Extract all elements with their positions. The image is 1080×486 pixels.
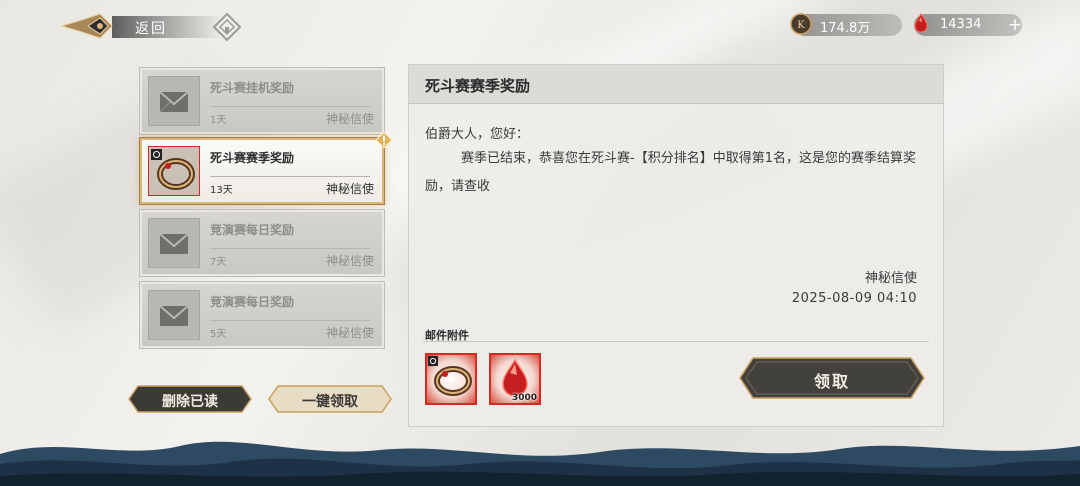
- coin-amount: 174.8万: [820, 21, 871, 36]
- coin-balance: K 174.8万: [790, 13, 902, 36]
- alert-icon: [376, 132, 392, 148]
- attachment-count: 3000: [511, 393, 537, 403]
- back-ornament-icon: [60, 13, 113, 39]
- top-bar: 返回 K 174.8万 14334 +: [0, 0, 1080, 52]
- mail-signer: 神秘信使: [864, 271, 917, 286]
- coin-icon: K: [790, 13, 812, 35]
- home-icon[interactable]: [212, 12, 242, 42]
- divider: [210, 176, 370, 177]
- wave-decoration: [0, 441, 1080, 486]
- attachment-slot[interactable]: [425, 353, 477, 405]
- mail-title: 竞演赛每日奖励: [210, 223, 295, 237]
- mail-sender: 神秘信使: [325, 254, 374, 268]
- mail-datetime: 2025-08-09 04:10: [791, 291, 917, 306]
- mail-sender: 神秘信使: [325, 326, 374, 340]
- claim-button[interactable]: 领取: [739, 357, 925, 399]
- mail-item[interactable]: 竞演赛每日奖励 5天 神秘信使: [140, 282, 384, 348]
- mail-expiry: 13天: [210, 185, 233, 196]
- back-plaque: [112, 16, 222, 38]
- mail-expiry: 7天: [210, 257, 227, 268]
- bracelet-icon: [151, 149, 195, 190]
- mail-thumbnail: [148, 218, 200, 268]
- divider: [210, 106, 370, 107]
- bracelet-icon: [428, 356, 472, 396]
- svg-text:K: K: [797, 20, 805, 31]
- back-label: 返回: [135, 21, 167, 37]
- envelope-icon: [159, 91, 189, 113]
- mail-detail-panel: 死斗赛赛季奖励 伯爵大人，您好： 赛季已结束，恭喜您在死斗赛-【积分排名】中取得…: [408, 64, 944, 427]
- delete-read-label: 删除已读: [162, 394, 218, 410]
- mail-detail-header: 死斗赛赛季奖励: [409, 65, 943, 104]
- claim-all-label: 一键领取: [302, 394, 358, 410]
- divider: [210, 320, 370, 321]
- mail-sender: 神秘信使: [325, 182, 374, 196]
- delete-read-button[interactable]: 删除已读: [128, 385, 252, 413]
- mail-thumbnail: [148, 146, 200, 196]
- mail-title: 死斗赛赛季奖励: [210, 151, 295, 165]
- mail-sender: 神秘信使: [325, 112, 374, 126]
- envelope-icon: [159, 233, 189, 254]
- mail-title: 竞演赛每日奖励: [210, 295, 295, 309]
- back-button[interactable]: 返回: [60, 12, 222, 40]
- mail-expiry: 1天: [210, 115, 227, 126]
- mail-expiry: 5天: [210, 329, 227, 340]
- add-gems-button[interactable]: +: [1004, 14, 1026, 36]
- mail-item[interactable]: 竞演赛每日奖励 7天 神秘信使: [140, 210, 384, 276]
- divider: [210, 248, 370, 249]
- mail-body: 赛季已结束，恭喜您在死斗赛-【积分排名】中取得第1名，这是您的赛季结算奖励，请查…: [425, 151, 916, 194]
- divider: [423, 341, 929, 342]
- mail-item[interactable]: 死斗赛挂机奖励 1天 神秘信使: [140, 68, 384, 134]
- mail-greeting: 伯爵大人，您好：: [425, 127, 530, 142]
- mail-detail-title: 死斗赛赛季奖励: [425, 77, 531, 95]
- envelope-icon: [159, 305, 189, 326]
- mail-thumbnail: [148, 290, 200, 340]
- red-gem-icon: [914, 13, 928, 33]
- claim-label: 领取: [813, 372, 850, 391]
- claim-all-button[interactable]: 一键领取: [268, 385, 392, 413]
- gem-amount: 14334: [940, 17, 982, 32]
- mail-item-selected[interactable]: 死斗赛赛季奖励 13天 神秘信使: [140, 132, 392, 204]
- mail-title: 死斗赛挂机奖励: [210, 81, 295, 95]
- attachment-slot[interactable]: 3000: [489, 353, 541, 405]
- mail-thumbnail: [148, 76, 200, 126]
